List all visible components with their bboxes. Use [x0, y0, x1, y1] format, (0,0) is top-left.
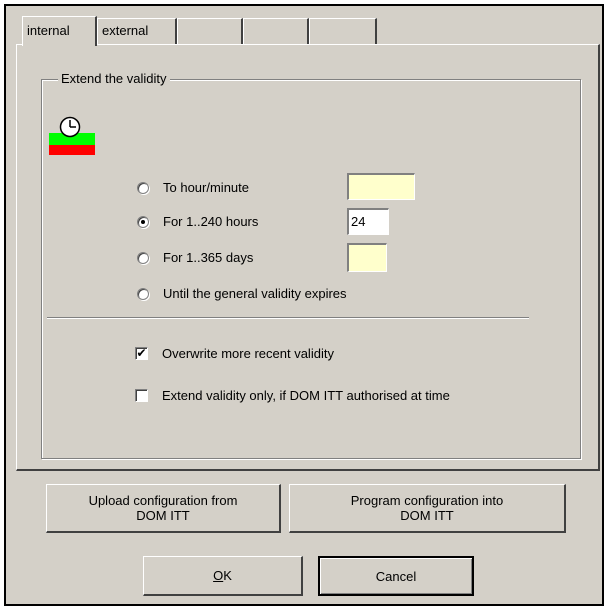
- groupbox-title: Extend the validity: [58, 71, 170, 87]
- ok-mnemonic: O: [213, 568, 224, 583]
- ok-label-rest: K: [223, 568, 232, 583]
- checkbox-overwrite-label: Overwrite more recent validity: [162, 346, 334, 361]
- tab-empty-3[interactable]: [309, 18, 377, 44]
- option-days-label: For 1..365 days: [163, 250, 254, 265]
- tab-internal-label: internal: [27, 23, 70, 38]
- tab-external-label: external: [102, 23, 149, 38]
- dialog-window: internal external Extend the validity To…: [4, 4, 604, 606]
- radio-hours[interactable]: [137, 215, 149, 228]
- hour-minute-field[interactable]: [347, 173, 415, 200]
- option-general-validity-label: Until the general validity expires: [163, 286, 347, 301]
- hours-field[interactable]: 24: [347, 208, 389, 235]
- separator-line: [47, 317, 529, 319]
- ok-button[interactable]: OK: [143, 556, 303, 596]
- checkbox-overwrite-box[interactable]: ✔: [135, 347, 148, 360]
- program-configuration-button[interactable]: Program configuration into DOM ITT: [289, 484, 566, 533]
- option-hour-minute-label: To hour/minute: [163, 180, 249, 195]
- option-general-validity[interactable]: Until the general validity expires: [137, 286, 347, 301]
- days-field[interactable]: [347, 243, 387, 272]
- tab-internal[interactable]: internal: [22, 16, 97, 46]
- option-hours[interactable]: For 1..240 hours: [137, 214, 258, 229]
- upload-configuration-button[interactable]: Upload configuration from DOM ITT: [46, 484, 281, 533]
- radio-hour-minute[interactable]: [137, 181, 149, 194]
- cancel-button[interactable]: Cancel: [318, 556, 474, 596]
- radio-general-validity[interactable]: [137, 287, 149, 300]
- checkbox-authorised[interactable]: Extend validity only, if DOM ITT authori…: [135, 388, 450, 403]
- radio-days[interactable]: [137, 251, 149, 264]
- tab-external[interactable]: external: [97, 18, 177, 44]
- tab-panel-internal: Extend the validity To hour/minute For 1…: [16, 44, 600, 471]
- tab-empty-1[interactable]: [177, 18, 243, 44]
- option-days[interactable]: For 1..365 days: [137, 250, 253, 265]
- tab-empty-2[interactable]: [243, 18, 309, 44]
- clock-validity-icon: [49, 116, 95, 155]
- checkbox-authorised-box[interactable]: [135, 389, 148, 402]
- checkbox-overwrite[interactable]: ✔ Overwrite more recent validity: [135, 346, 334, 361]
- option-hours-label: For 1..240 hours: [163, 214, 259, 229]
- option-hour-minute[interactable]: To hour/minute: [137, 180, 249, 195]
- checkbox-authorised-label: Extend validity only, if DOM ITT authori…: [162, 388, 450, 403]
